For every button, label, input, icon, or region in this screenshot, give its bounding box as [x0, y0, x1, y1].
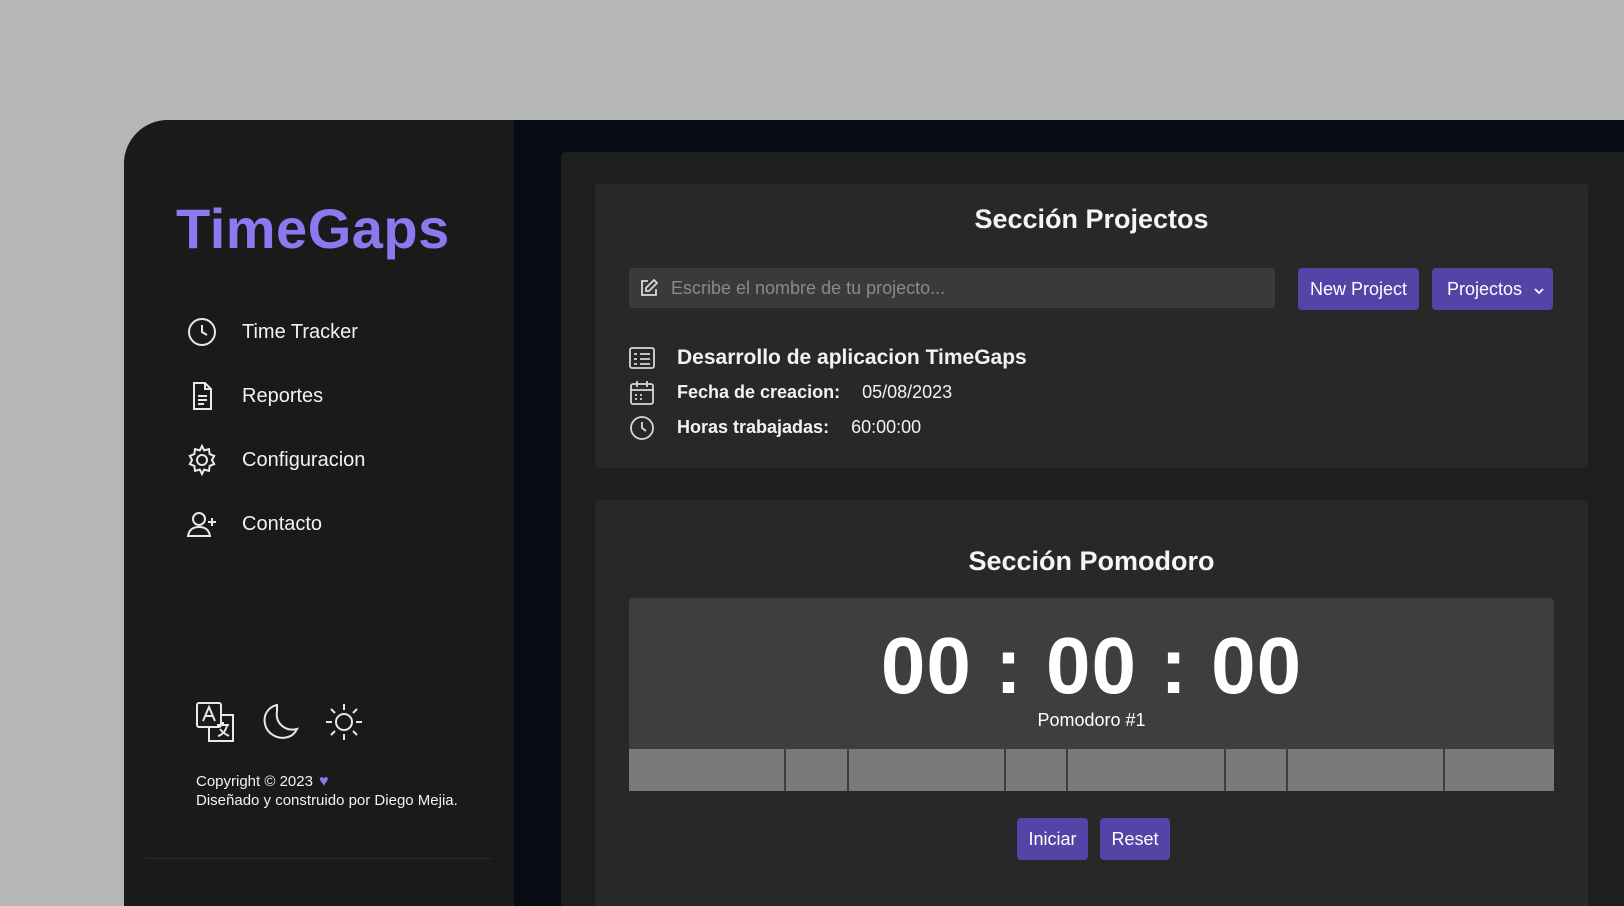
pomodoro-segment [1068, 749, 1224, 791]
sidebar-item-label: Contacto [242, 512, 323, 535]
hours-label: Horas trabajadas: [677, 417, 830, 437]
document-icon [186, 380, 218, 412]
copyright-text: Copyright © 2023 [196, 773, 313, 790]
sidebar-item-label: Reportes [242, 384, 324, 407]
sidebar-item-configuracion[interactable]: Configuracion [186, 428, 365, 492]
clock-icon [186, 316, 218, 348]
checklist-icon [629, 345, 655, 371]
new-project-button[interactable]: New Project [1298, 268, 1419, 310]
created-label: Fecha de creacion: [677, 382, 841, 402]
start-button[interactable]: Iniciar [1017, 818, 1088, 860]
pomodoro-segment [629, 749, 785, 791]
hours-value: 60:00:00 [851, 417, 922, 437]
pomodoro-label: Pomodoro #1 [1037, 710, 1146, 730]
timer-value: 00 : 00 : 00 [880, 621, 1303, 710]
main-content: Sección Projectos New Project Projectos [561, 152, 1624, 906]
created-value: 05/08/2023 [862, 382, 953, 402]
app-window: TimeGaps Time Tracker Reportes Configura… [124, 120, 1624, 906]
project-name: Desarrollo de aplicacion TimeGaps [677, 345, 1027, 369]
timer-display: 00 : 00 : 00 Pomodoro #1 [629, 598, 1554, 791]
heart-icon: ♥ [318, 773, 329, 790]
sun-icon[interactable] [322, 700, 366, 744]
sidebar-item-time-tracker[interactable]: Time Tracker [186, 300, 365, 364]
pomodoro-section: Sección Pomodoro 00 : 00 : 00 Pomodoro #… [595, 500, 1588, 906]
add-user-icon [186, 508, 218, 540]
pomodoro-segment [848, 749, 1005, 791]
sidebar-nav: Time Tracker Reportes Configuracion Cont… [186, 300, 365, 556]
sidebar: TimeGaps Time Tracker Reportes Configura… [124, 120, 514, 906]
sidebar-item-label: Time Tracker [242, 320, 358, 343]
project-hours-row: Horas trabajadas: 60:00:00 [629, 410, 1027, 445]
pomodoro-progress [629, 749, 1554, 791]
translate-icon[interactable] [194, 700, 238, 744]
reset-button[interactable]: Reset [1100, 818, 1170, 860]
project-created-row: Fecha de creacion: 05/08/2023 [629, 375, 1027, 410]
sidebar-footer: Copyright © 2023 ♥ Diseñado y construido … [196, 772, 458, 810]
pomodoro-segment [1006, 749, 1067, 791]
sidebar-item-label: Configuracion [242, 448, 366, 471]
sidebar-item-contacto[interactable]: Contacto [186, 492, 365, 556]
project-name-row: Desarrollo de aplicacion TimeGaps [629, 340, 1027, 375]
theme-controls [194, 700, 366, 744]
pomodoro-segment [1445, 749, 1554, 791]
edit-icon [639, 278, 659, 298]
projects-dropdown-label: Projectos [1447, 278, 1523, 299]
calendar-icon [629, 380, 655, 406]
projects-dropdown[interactable]: Projectos [1432, 268, 1553, 310]
section-title: Sección Pomodoro [968, 546, 1215, 576]
sidebar-item-reportes[interactable]: Reportes [186, 364, 365, 428]
projects-section: Sección Projectos New Project Projectos [595, 184, 1588, 468]
app-logo: TimeGaps [176, 197, 450, 260]
moon-icon[interactable] [258, 700, 302, 744]
sidebar-divider [146, 858, 492, 859]
project-name-field[interactable] [629, 268, 1275, 308]
credit-text: Diseñado y construido por Diego Mejia. [196, 792, 458, 809]
pomodoro-segment [1225, 749, 1286, 791]
project-details: Desarrollo de aplicacion TimeGaps Fecha … [629, 340, 1027, 445]
pomodoro-segment [1287, 749, 1444, 791]
clock-icon [629, 415, 655, 441]
chevron-down-icon [1533, 281, 1545, 302]
gear-icon [186, 444, 218, 476]
section-title: Sección Projectos [974, 204, 1209, 234]
pomodoro-segment [786, 749, 847, 791]
project-name-input[interactable] [669, 276, 1275, 300]
